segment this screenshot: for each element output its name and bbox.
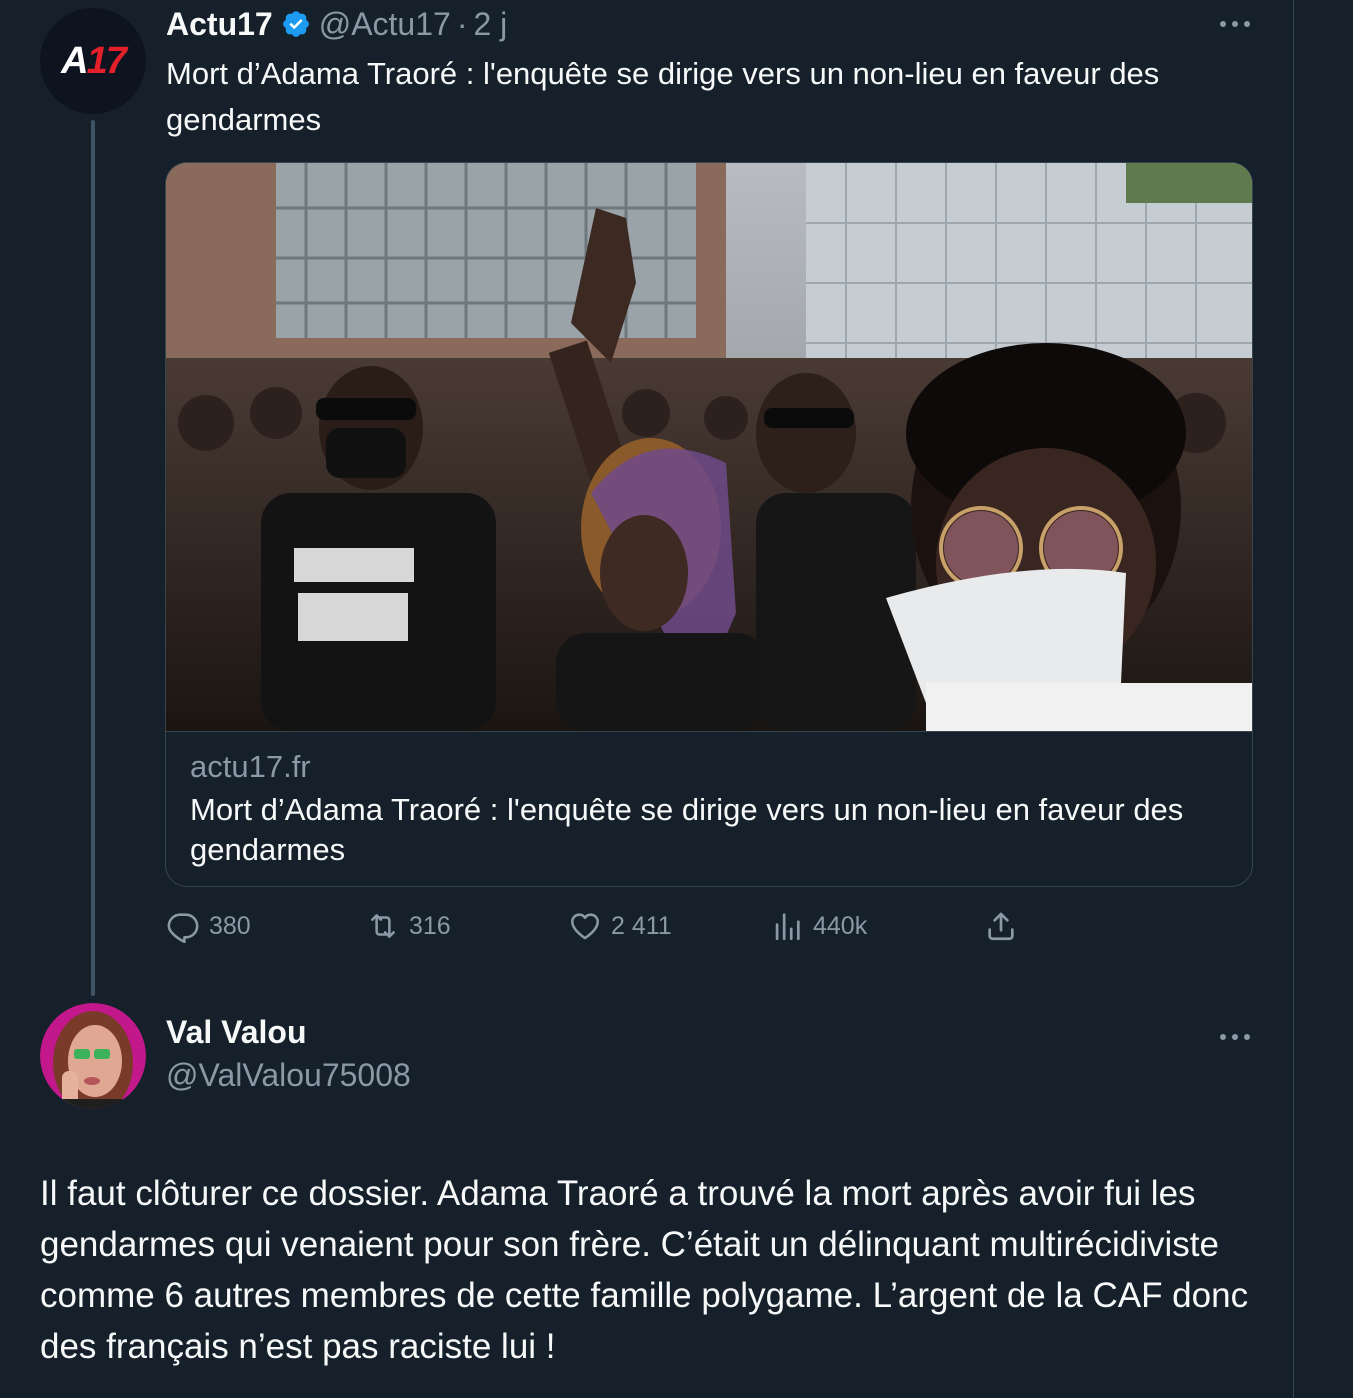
author-handle[interactable]: @Actu17 <box>319 6 451 43</box>
like-count: 2 411 <box>611 911 672 940</box>
verified-badge-icon[interactable] <box>281 9 311 39</box>
author-name[interactable]: Val Valou <box>166 1014 307 1051</box>
thread-connector-line <box>91 120 95 996</box>
user-photo-avatar[interactable] <box>40 1003 146 1109</box>
tweet-text: Mort d’Adama Traoré : l'enquête se dirig… <box>166 56 1160 137</box>
avatar-actu17[interactable]: A 17 <box>40 8 146 114</box>
card-divider <box>166 731 1252 732</box>
header-separator: · <box>456 5 468 42</box>
card-domain: actu17.fr <box>190 749 311 784</box>
author-handle[interactable]: @ValValou75008 <box>166 1057 411 1094</box>
tweet-action-bar: 380 316 2 411 440k <box>166 904 1066 948</box>
reply-count: 380 <box>209 911 251 940</box>
like-button[interactable]: 2 411 <box>568 904 672 948</box>
views-count: 440k <box>813 911 868 940</box>
author-name[interactable]: Actu17 <box>166 6 273 43</box>
tweet-timestamp[interactable]: 2 j <box>473 6 507 43</box>
reply-button[interactable]: 380 <box>166 904 251 948</box>
link-preview-card[interactable]: actu17.fr Mort d’Adama Traoré : l'enquêt… <box>165 162 1253 887</box>
tweet-text: Il faut clôturer ce dossier. Adama Traor… <box>40 1174 1249 1366</box>
tweet-header: Actu17 @Actu17 · 2 j <box>166 3 507 45</box>
reply-icon <box>167 913 199 943</box>
views-chart-icon <box>775 913 800 941</box>
views-button[interactable]: 440k <box>770 904 867 948</box>
card-title: Mort d’Adama Traoré : l'enquête se dirig… <box>190 792 1184 867</box>
retweet-button[interactable]: 316 <box>366 904 451 948</box>
protest-crowd-photo <box>166 163 1252 731</box>
avatar-logo-number: 17 <box>86 39 127 82</box>
retweet-icon <box>371 914 395 938</box>
retweet-count: 316 <box>409 911 451 940</box>
more-options-icon[interactable] <box>1218 19 1252 29</box>
avatar-logo-letter: A <box>61 39 88 82</box>
share-button[interactable] <box>984 904 1018 948</box>
column-border <box>1293 0 1294 1398</box>
share-upload-icon <box>988 912 1014 941</box>
like-heart-icon <box>570 913 600 940</box>
more-options-icon[interactable] <box>1218 1032 1252 1042</box>
